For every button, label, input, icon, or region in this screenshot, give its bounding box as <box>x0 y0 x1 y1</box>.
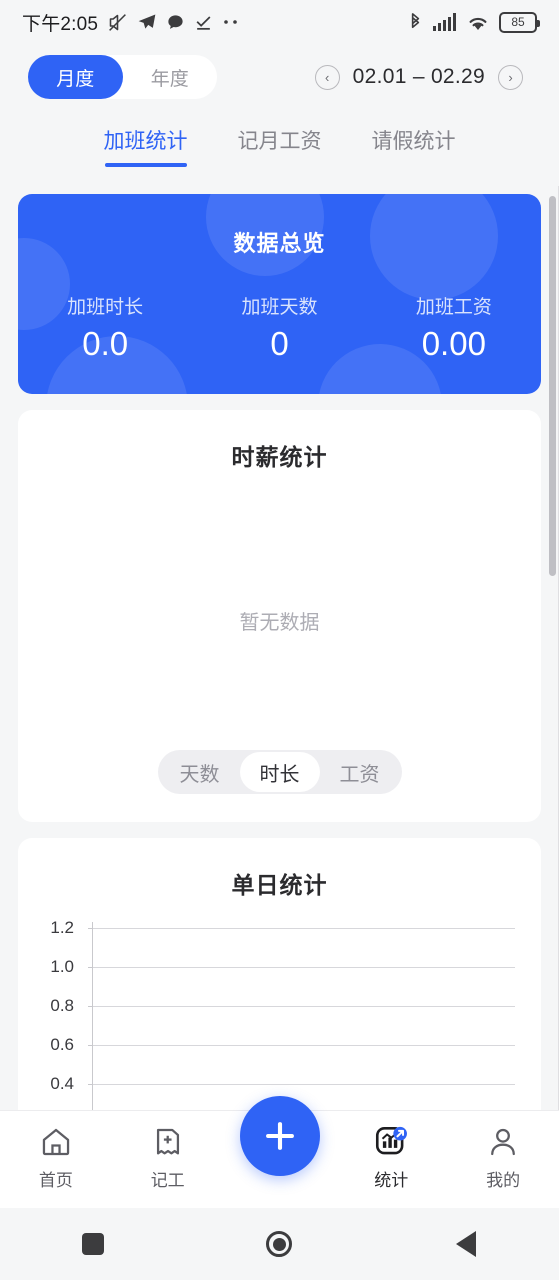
mute-icon <box>107 12 128 33</box>
data-overview-card: 数据总览 加班时长 0.0 加班天数 0 加班工资 0.00 <box>18 194 541 394</box>
nav-label: 我的 <box>486 1171 521 1190</box>
daily-chart: 1.2 1.0 0.8 0.6 0.4 0.2 <box>36 918 523 1110</box>
chart-tickmark <box>88 1084 93 1085</box>
toggle-wage[interactable]: 工资 <box>320 752 400 792</box>
phone-screen: 下午2:05 85 月度 年度 ‹ 02.01 – 02.29 › 加班统计 记… <box>0 0 559 1280</box>
hourly-metric-toggle[interactable]: 天数 时长 工资 <box>157 750 402 794</box>
chart-tickmark <box>88 1006 93 1007</box>
scroll-content: 数据总览 加班时长 0.0 加班天数 0 加班工资 0.00 时薪统计 暂无数据 <box>0 194 559 1110</box>
y-tick-label: 0.8 <box>50 996 74 1015</box>
checkmark-icon <box>194 13 213 32</box>
y-tick-label: 0.4 <box>50 1074 74 1093</box>
tab-leave-stats[interactable]: 请假统计 <box>368 119 460 171</box>
chat-bubble-icon <box>166 13 185 32</box>
bluetooth-icon <box>407 12 424 33</box>
hourly-wage-card: 时薪统计 暂无数据 天数 时长 工资 <box>18 410 541 822</box>
more-dots-icon <box>222 18 240 26</box>
nav-label: 统计 <box>374 1171 409 1190</box>
date-range-label: 02.01 – 02.29 <box>352 65 485 88</box>
chart-gridline <box>93 1006 515 1007</box>
section-tabs: 加班统计 记月工资 请假统计 <box>0 101 559 172</box>
status-bar-right: 85 <box>407 11 540 33</box>
top-control-row: 月度 年度 ‹ 02.01 – 02.29 › <box>0 44 559 110</box>
hourly-toggle-wrap: 天数 时长 工资 <box>18 750 541 794</box>
toggle-duration[interactable]: 时长 <box>239 752 320 792</box>
segment-yearly[interactable]: 年度 <box>123 55 218 99</box>
toggle-days[interactable]: 天数 <box>160 752 240 792</box>
cellular-signal-icon <box>433 13 457 31</box>
hourly-empty-state: 暂无数据 <box>239 612 320 634</box>
y-tick-label: 0.6 <box>50 1035 74 1054</box>
nav-item-worklog[interactable]: 记工 <box>112 1125 224 1191</box>
wifi-icon <box>466 13 490 32</box>
tab-overtime-stats[interactable]: 加班统计 <box>81 101 210 171</box>
status-bar-clock: 下午2:05 <box>22 13 99 35</box>
stat-value: 0 <box>270 325 289 362</box>
prev-period-button[interactable]: ‹ <box>314 64 340 90</box>
chart-tickmark <box>88 1045 93 1046</box>
stat-value: 0.00 <box>421 325 486 362</box>
circle-icon <box>266 1231 293 1257</box>
stat-overtime-hours: 加班时长 0.0 <box>18 292 192 363</box>
chart-tickmark <box>88 928 93 929</box>
chart-tickmark <box>88 967 93 968</box>
chart-gridline <box>93 967 515 968</box>
home-icon <box>39 1125 73 1159</box>
chart-gridline <box>93 1045 515 1046</box>
status-bar: 下午2:05 85 <box>0 0 559 44</box>
stat-label: 加班工资 <box>415 297 492 318</box>
y-tick-label: 1.2 <box>50 918 74 937</box>
home-button[interactable] <box>186 1231 372 1257</box>
triangle-icon <box>455 1231 476 1257</box>
add-record-fab[interactable] <box>239 1096 320 1176</box>
nav-item-home[interactable]: 首页 <box>0 1125 112 1191</box>
battery-indicator: 85 <box>499 11 540 33</box>
overview-stats-row: 加班时长 0.0 加班天数 0 加班工资 0.00 <box>18 292 541 363</box>
daily-card-title: 单日统计 <box>231 872 328 898</box>
segment-monthly[interactable]: 月度 <box>28 55 123 99</box>
receipt-plus-icon <box>151 1125 185 1159</box>
daily-stats-card: 单日统计 1.2 1.0 0.8 0.6 0.4 0.2 <box>18 838 541 1110</box>
status-bar-left: 下午2:05 <box>22 9 407 36</box>
stat-overtime-days: 加班天数 0 <box>192 292 366 363</box>
person-icon <box>486 1125 520 1159</box>
telegram-icon <box>137 12 157 32</box>
chart-stats-icon <box>374 1125 408 1159</box>
chart-y-axis: 1.2 1.0 0.8 0.6 0.4 0.2 <box>36 918 82 1110</box>
square-icon <box>82 1233 105 1255</box>
stat-value: 0.0 <box>82 325 129 362</box>
nav-label: 记工 <box>150 1171 185 1190</box>
back-button[interactable] <box>373 1231 559 1257</box>
chart-plot-area <box>88 922 515 1110</box>
tab-monthly-salary[interactable]: 记月工资 <box>234 119 326 171</box>
chart-gridline <box>93 1084 515 1085</box>
stat-label: 加班天数 <box>241 297 318 318</box>
next-period-button[interactable]: › <box>498 64 523 90</box>
plus-icon <box>261 1117 299 1155</box>
date-range-control: ‹ 02.01 – 02.29 › <box>314 64 531 90</box>
nav-label: 首页 <box>38 1171 73 1190</box>
nav-item-profile[interactable]: 我的 <box>447 1125 559 1191</box>
android-navigation-bar <box>0 1208 559 1280</box>
period-segmented-control[interactable]: 月度 年度 <box>28 55 217 99</box>
y-tick-label: 1.0 <box>50 957 74 976</box>
battery-level-text: 85 <box>511 15 525 29</box>
recents-button[interactable] <box>0 1233 186 1255</box>
hourly-card-title: 时薪统计 <box>231 444 328 470</box>
stat-overtime-pay: 加班工资 0.00 <box>367 292 541 363</box>
nav-item-stats[interactable]: 统计 <box>335 1125 447 1191</box>
stat-label: 加班时长 <box>67 297 144 318</box>
chart-gridline <box>93 928 515 929</box>
overview-card-title: 数据总览 <box>233 231 326 256</box>
